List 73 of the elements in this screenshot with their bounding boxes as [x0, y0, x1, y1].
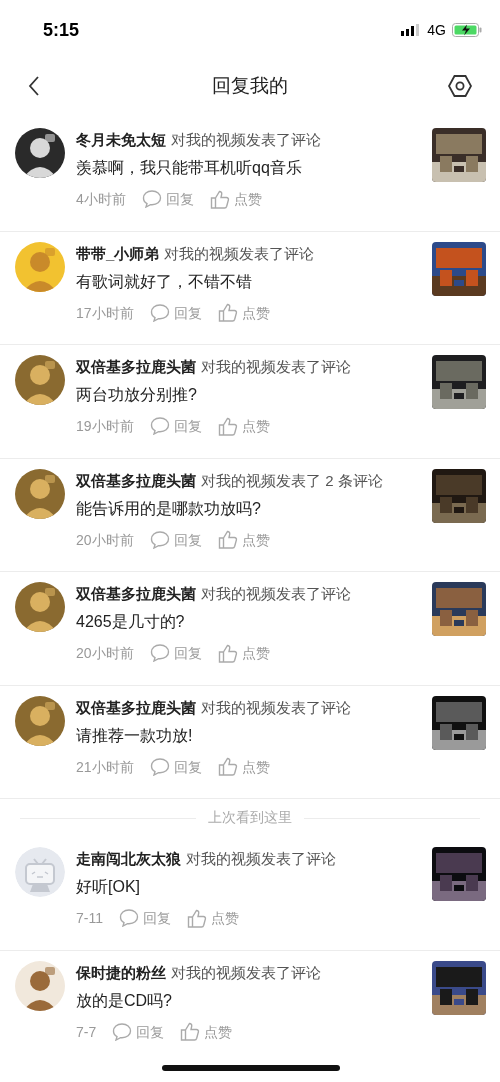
- comment-icon: [149, 757, 170, 776]
- username[interactable]: 保时捷的粉丝: [76, 961, 166, 984]
- thumbs-up-icon: [209, 189, 230, 209]
- timestamp: 19小时前: [76, 417, 134, 436]
- username[interactable]: 双倍基多拉鹿头菌: [76, 356, 196, 378]
- thumbs-up-icon: [187, 908, 207, 928]
- timestamp: 20小时前: [76, 644, 134, 663]
- signal-icon: [401, 24, 422, 36]
- back-icon[interactable]: [28, 76, 40, 96]
- username[interactable]: 双倍基多拉鹿头菌: [76, 583, 196, 605]
- reply-button[interactable]: 回复: [149, 755, 202, 778]
- timestamp: 21小时前: [76, 757, 134, 777]
- like-button[interactable]: 点赞: [217, 415, 270, 437]
- reply-button[interactable]: 回复: [149, 301, 202, 324]
- comment-text: 两台功放分别推?: [76, 385, 198, 405]
- reply-button[interactable]: 回复: [141, 188, 194, 210]
- timestamp: 4小时前: [76, 190, 126, 209]
- action-text: 对我的视频发表了 2 条评论: [201, 470, 383, 491]
- avatar-icon: [15, 847, 65, 897]
- comment-text: 能告诉用的是哪款功放吗?: [76, 498, 262, 519]
- last-seen-divider-label: 上次看到这里: [208, 809, 292, 827]
- action-text: 对我的视频发表了评论: [201, 357, 351, 377]
- action-text: 对我的视频发表了评论: [171, 130, 321, 150]
- reply-button[interactable]: 回复: [149, 415, 202, 437]
- timestamp: 17小时前: [76, 303, 134, 323]
- thumbs-up-icon: [217, 643, 238, 663]
- timestamp: 7-11: [76, 909, 103, 928]
- like-button[interactable]: 点赞: [180, 1020, 233, 1043]
- comment-text: 羡慕啊，我只能带耳机听qq音乐: [76, 158, 303, 178]
- status-time: 5:15: [43, 19, 80, 41]
- reply-button[interactable]: 回复: [149, 528, 202, 551]
- reply-button[interactable]: 回复: [149, 642, 202, 664]
- comment-text: 4265是几寸的?: [76, 612, 186, 632]
- username[interactable]: 冬月未免太短: [76, 129, 166, 151]
- action-text: 对我的视频发表了评论: [201, 697, 351, 718]
- username[interactable]: 走南闯北灰太狼: [76, 848, 181, 870]
- username[interactable]: 带带_小师弟: [76, 242, 160, 265]
- like-button[interactable]: 点赞: [217, 642, 270, 664]
- like-button[interactable]: 点赞: [209, 188, 262, 210]
- battery-icon: [452, 23, 482, 37]
- comment-icon: [119, 909, 139, 927]
- comment-icon: [149, 417, 170, 435]
- action-text: 对我的视频发表了评论: [164, 243, 315, 264]
- like-button[interactable]: 点赞: [217, 528, 270, 551]
- timestamp: 7-7: [76, 1022, 97, 1042]
- action-text: 对我的视频发表了评论: [201, 584, 351, 604]
- username[interactable]: 双倍基多拉鹿头菌: [76, 696, 196, 719]
- thumbs-up-icon: [217, 757, 238, 776]
- action-text: 对我的视频发表了评论: [186, 849, 336, 869]
- like-button[interactable]: 点赞: [187, 907, 239, 929]
- comment-text: 有歌词就好了，不错不错: [76, 271, 253, 292]
- network-label: 4G: [427, 22, 446, 38]
- like-button[interactable]: 点赞: [217, 755, 270, 778]
- comment-icon: [141, 190, 162, 208]
- comment-text: 好听[OK]: [76, 877, 141, 897]
- comment-icon: [149, 530, 170, 549]
- comment-text: 放的是CD吗?: [76, 990, 173, 1011]
- reply-button[interactable]: 回复: [112, 1020, 165, 1043]
- thumbs-up-icon: [217, 303, 238, 322]
- page-title: 回复我的: [212, 74, 288, 98]
- reply-button[interactable]: 回复: [119, 907, 171, 929]
- like-button[interactable]: 点赞: [217, 301, 270, 324]
- timestamp: 20小时前: [76, 530, 134, 550]
- comment-icon: [149, 644, 170, 662]
- comment-icon: [149, 303, 170, 322]
- comment-text: 请推荐一款功放!: [76, 725, 194, 746]
- thumbs-up-icon: [217, 416, 238, 436]
- thumbs-up-icon: [180, 1022, 201, 1041]
- settings-icon[interactable]: [448, 75, 472, 97]
- thumbs-up-icon: [217, 530, 238, 549]
- comment-icon: [112, 1022, 133, 1041]
- username[interactable]: 双倍基多拉鹿头菌: [76, 469, 196, 492]
- action-text: 对我的视频发表了评论: [171, 962, 321, 983]
